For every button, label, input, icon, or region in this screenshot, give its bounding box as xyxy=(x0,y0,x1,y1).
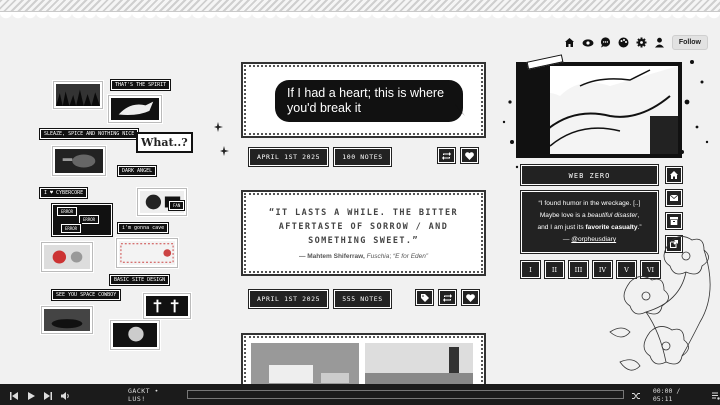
blog-title: WEB ZERO xyxy=(520,164,659,186)
playlist-icon xyxy=(712,392,720,400)
post-quote: “IT LASTS A WHILE. THE BITTER AFTERTASTE… xyxy=(241,190,486,276)
home-icon xyxy=(670,171,678,179)
book-photo xyxy=(251,343,359,387)
shuffle-button[interactable] xyxy=(631,385,641,404)
player-controls xyxy=(10,385,70,404)
cross-stamp xyxy=(143,293,191,319)
mail-icon xyxy=(670,194,678,201)
forest-stamp xyxy=(53,81,103,109)
error-windows: ERROR ERROR ERROR xyxy=(51,203,113,237)
playlist-button[interactable] xyxy=(712,385,720,404)
what-sticker: What..? xyxy=(136,132,193,153)
like-button[interactable] xyxy=(461,289,480,306)
quote-line-2a: Maybe love is a xyxy=(539,212,588,219)
play-button[interactable] xyxy=(27,385,35,404)
music-player: GACKT • LUS! 00:00 / 05:11 xyxy=(0,384,720,405)
quote-line-3b: favorite casualty xyxy=(585,224,638,231)
street-photo xyxy=(365,343,473,387)
quote-text: “IT LASTS A WHILE. THE BITTER AFTERTASTE… xyxy=(268,208,458,246)
previous-button[interactable] xyxy=(10,385,18,404)
pattern-stamp xyxy=(116,238,178,268)
post-1-actions xyxy=(437,147,479,164)
message-bubble: If I had a heart; this is where you'd br… xyxy=(275,80,463,122)
heart-icon xyxy=(465,151,474,160)
wolf-stamp xyxy=(108,95,162,123)
quote-author: — Mahtem Shiferraw, xyxy=(298,253,365,260)
tag-thats-the-spirit: THAT'S THE SPIRIT xyxy=(109,79,172,91)
tag-button[interactable] xyxy=(415,289,434,306)
fan-label: FAN xyxy=(167,200,186,211)
post-text-bubble: If I had a heart; this is where you'd br… xyxy=(241,62,486,138)
manga-illustration xyxy=(520,66,678,154)
tag-icon xyxy=(420,293,429,302)
post-2-meta: APRIL 1ST 2025 555 NOTES xyxy=(247,289,392,309)
error-label-2: ERROR xyxy=(77,214,101,225)
lace-trim xyxy=(0,12,720,26)
tag-dark-angel: DARK ANGEL xyxy=(116,165,158,177)
quote-line-2c: , xyxy=(637,212,640,219)
archive-icon xyxy=(670,217,678,225)
quote-line-3a: and I am just its xyxy=(537,224,586,231)
error-label-1: ERROR xyxy=(55,206,79,217)
tag-sleaze-spice: SLEAZE, SPICE AND NOTHING NICE xyxy=(38,128,140,140)
volume-button[interactable] xyxy=(61,385,70,404)
progress-bar[interactable] xyxy=(187,390,624,399)
bw-portrait-stamp xyxy=(110,320,160,350)
quote-work: Fuschia xyxy=(366,253,390,260)
reblog-icon xyxy=(443,293,452,302)
tag-gonna-cave: i'm gonna cave xyxy=(116,222,170,234)
reblog-icon xyxy=(442,151,451,160)
shuffle-icon xyxy=(631,393,640,399)
volume-icon xyxy=(61,392,69,400)
quote-line-3c: .” xyxy=(637,224,642,231)
track-title: GACKT • LUS! xyxy=(128,386,159,403)
skip-forward-icon xyxy=(44,392,52,400)
quote-line-2: Maybe love is a beautiful disaster, xyxy=(526,210,653,222)
numeral-link-2[interactable]: II xyxy=(544,260,565,279)
what-text: What..? xyxy=(141,136,188,149)
tag-space-cowboy: SEE YOU SPACE COWBOY xyxy=(50,289,122,301)
quote-line-2b: beautiful disaster xyxy=(587,212,638,219)
notes-chip[interactable]: 100 NOTES xyxy=(333,147,392,167)
floral-lineart xyxy=(609,236,711,371)
skip-back-icon xyxy=(10,392,18,400)
notes-chip[interactable]: 555 NOTES xyxy=(333,289,392,309)
car-stamp xyxy=(41,306,93,334)
play-icon xyxy=(28,392,35,400)
post-1-meta: APRIL 1ST 2025 100 NOTES xyxy=(247,147,392,167)
numeral-link-3[interactable]: III xyxy=(568,260,589,279)
post-date-chip[interactable]: APRIL 1ST 2025 xyxy=(247,147,330,167)
sticker-collage: THAT'S THE SPIRIT SLEAZE, SPICE AND NOTH… xyxy=(38,78,198,378)
numeral-link-1[interactable]: I xyxy=(520,260,541,279)
heart-icon xyxy=(466,293,475,302)
post-date-chip[interactable]: APRIL 1ST 2025 xyxy=(247,289,330,309)
dark-face-stamp xyxy=(52,146,106,176)
post-2-actions xyxy=(415,289,480,306)
quote-piece: “E for Eden” xyxy=(393,253,429,260)
home-link[interactable] xyxy=(665,166,683,184)
next-button[interactable] xyxy=(44,385,52,404)
track-time: 00:00 / 05:11 xyxy=(652,386,681,403)
like-button[interactable] xyxy=(460,147,479,164)
reblog-button[interactable] xyxy=(437,147,456,164)
tag-basic-site: BASIC SITE DESIGN xyxy=(108,274,171,286)
reblog-button[interactable] xyxy=(438,289,457,306)
quote-source: — Mahtem Shiferraw, Fuschia; “E for Eden… xyxy=(298,253,429,260)
photo-set xyxy=(251,343,476,387)
error-label-3: ERROR xyxy=(59,223,83,234)
quote-line-1: “I found humor in the wreckage. [..] xyxy=(538,200,641,207)
ask-link[interactable] xyxy=(665,189,683,207)
tag-cybercore: I ♥ CYBERCORE xyxy=(38,187,89,199)
sparkle-decor xyxy=(214,122,229,156)
archive-link[interactable] xyxy=(665,212,683,230)
sidebar-artwork xyxy=(516,62,682,158)
red-eye-stamp xyxy=(41,242,93,272)
